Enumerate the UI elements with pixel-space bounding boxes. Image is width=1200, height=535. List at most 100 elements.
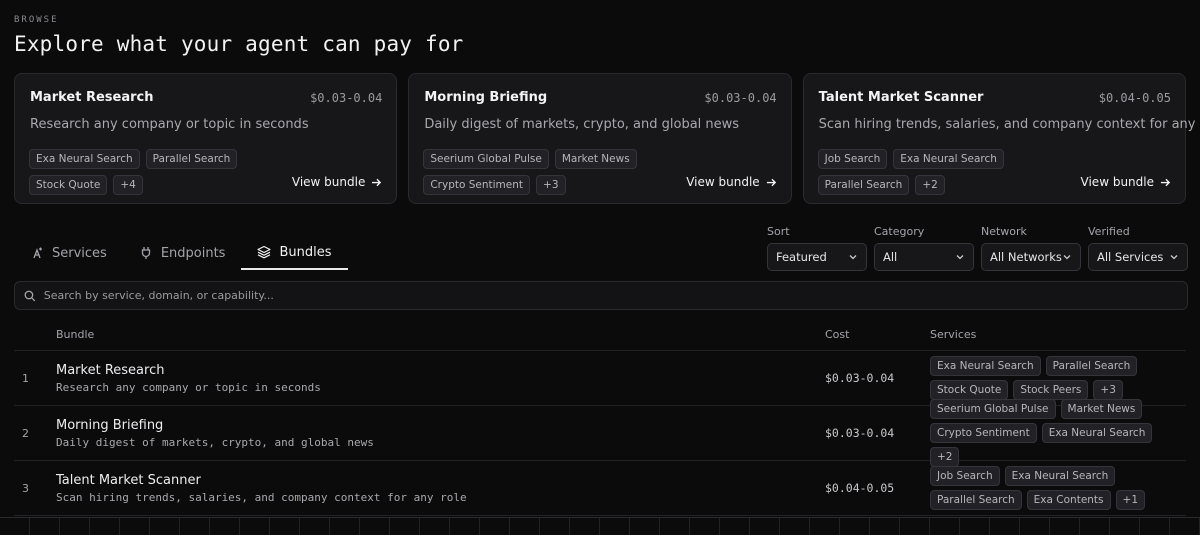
bundle-description: Daily digest of markets, crypto, and glo… [56, 435, 374, 449]
next-row-preview [0, 517, 1200, 535]
category-select[interactable]: All [874, 243, 974, 271]
featured-card[interactable]: Talent Market Scanner $0.04-0.05 Scan hi… [802, 73, 1200, 204]
select-value: All Services [1097, 250, 1164, 264]
service-tag: Exa Neural Search [893, 149, 1004, 169]
row-number: 1 [22, 371, 29, 385]
network-select[interactable]: All Networks [981, 243, 1081, 271]
service-tag: Parallel Search [1045, 356, 1138, 376]
bundle-cost: $0.04-0.05 [825, 481, 895, 495]
tab-endpoints[interactable]: Endpoints [123, 236, 242, 270]
bundles-table: Bundle Cost Services 1 Market Research R… [14, 318, 1186, 516]
service-tag: Stock Peers [1013, 380, 1089, 400]
service-tag: Crypto Sentiment [423, 175, 531, 195]
verified-filter: Verified All Services [1088, 225, 1188, 271]
bundle-name: Market Research [56, 362, 165, 378]
service-tag: Parallel Search [817, 175, 910, 195]
table-row[interactable]: 2 Morning Briefing Daily digest of marke… [14, 399, 1186, 467]
header-cost: Cost [825, 327, 850, 341]
service-tag: Crypto Sentiment [930, 423, 1037, 443]
page-title: Explore what your agent can pay for [14, 32, 464, 56]
service-tags: Exa Neural Search Parallel Search Stock … [930, 356, 1186, 400]
service-tags: Seerium Global Pulse Market News Crypto … [930, 399, 1186, 467]
bundle-name: Talent Market Scanner [56, 472, 201, 488]
tab-label: Bundles [279, 244, 332, 260]
table-row[interactable]: 3 Talent Market Scanner Scan hiring tren… [14, 461, 1186, 516]
header-bundle: Bundle [56, 327, 95, 341]
tab-services[interactable]: Services [14, 236, 123, 270]
service-tag: Exa Neural Search [930, 356, 1041, 376]
card-title: Morning Briefing [424, 90, 548, 105]
row-number: 2 [22, 426, 29, 440]
category-filter: Category All [874, 225, 974, 271]
network-filter: Network All Networks [981, 225, 1081, 271]
verified-select[interactable]: All Services [1088, 243, 1188, 271]
view-bundle-label: View bundle [291, 175, 366, 189]
service-tags: Job Search Exa Neural Search Parallel Se… [930, 466, 1186, 510]
featured-card[interactable]: Market Research $0.03-0.04 Research any … [14, 73, 398, 204]
service-tag: Seerium Global Pulse [930, 399, 1056, 419]
row-bundle: Morning Briefing Daily digest of markets… [56, 418, 825, 449]
arrow-right-icon [766, 178, 776, 186]
more-tag: +3 [1093, 380, 1123, 400]
service-tag: Exa Neural Search [1004, 466, 1116, 486]
chevron-down-icon [1170, 255, 1178, 260]
filter-label: Network [981, 225, 1027, 238]
service-tag: Parallel Search [930, 490, 1022, 510]
featured-card[interactable]: Morning Briefing $0.03-0.04 Daily digest… [408, 73, 792, 204]
sort-filter: Sort Featured [767, 225, 867, 271]
card-cost: $0.04-0.05 [1098, 91, 1171, 105]
service-tag: Seerium Global Pulse [423, 149, 549, 169]
more-tag: +2 [915, 175, 945, 195]
plug-icon [141, 247, 150, 259]
more-tag: +1 [1115, 490, 1146, 510]
search-input[interactable] [43, 289, 1178, 302]
search-bar [14, 281, 1188, 310]
service-tag: Stock Quote [930, 380, 1009, 400]
bundle-description: Research any company or topic in seconds [56, 380, 321, 394]
sparkle-icon [33, 247, 42, 259]
view-bundle-link[interactable]: View bundle [1081, 175, 1171, 189]
card-description: Research any company or topic in seconds [30, 117, 309, 132]
tab-bundles[interactable]: Bundles [241, 236, 348, 270]
header-services: Services [930, 327, 977, 341]
filter-label: Verified [1088, 225, 1130, 238]
chevron-down-icon [1063, 255, 1071, 260]
filter-bar: Sort Featured Category All Network All N… [767, 225, 1188, 271]
card-tags: Seerium Global Pulse Market News Crypto … [423, 149, 683, 195]
more-tag: +2 [930, 447, 960, 467]
service-tag: Exa Neural Search [1041, 423, 1153, 443]
card-tags: Job Search Exa Neural Search Parallel Se… [817, 149, 1078, 195]
view-bundle-link[interactable]: View bundle [292, 175, 382, 189]
table-row[interactable]: 1 Market Research Research any company o… [14, 351, 1186, 406]
chevron-down-icon [956, 255, 964, 260]
service-tag: Market News [554, 149, 637, 169]
bundle-cost: $0.03-0.04 [825, 426, 895, 440]
bundle-cost: $0.03-0.04 [825, 371, 895, 385]
card-title: Talent Market Scanner [818, 90, 984, 105]
service-tag: Parallel Search [145, 149, 238, 169]
arrow-right-icon [372, 178, 382, 186]
service-tag: Job Search [817, 149, 888, 169]
more-tag: +4 [113, 175, 143, 195]
service-tag: Exa Contents [1026, 490, 1111, 510]
sort-select[interactable]: Featured [767, 243, 867, 271]
search-icon [24, 290, 36, 301]
card-description: Daily digest of markets, crypto, and glo… [424, 117, 740, 132]
card-description: Scan hiring trends, salaries, and compan… [818, 117, 1200, 132]
arrow-right-icon [1160, 178, 1171, 186]
select-value: All Networks [990, 250, 1062, 264]
featured-bundles: Market Research $0.03-0.04 Research any … [14, 73, 1200, 204]
filter-label: Sort [767, 225, 790, 238]
layers-icon [257, 245, 272, 259]
card-cost: $0.03-0.04 [310, 91, 383, 105]
bundle-name: Morning Briefing [56, 417, 164, 433]
card-title: Market Research [30, 90, 154, 105]
view-bundle-link[interactable]: View bundle [686, 175, 776, 189]
bundle-description: Scan hiring trends, salaries, and compan… [56, 490, 467, 504]
row-bundle: Market Research Research any company or … [56, 363, 825, 394]
chevron-down-icon [849, 255, 857, 260]
page-eyebrow: BROWSE [14, 15, 59, 25]
select-value: Featured [776, 250, 827, 264]
service-tag: Market News [1060, 399, 1143, 419]
tab-label: Services [52, 245, 107, 261]
